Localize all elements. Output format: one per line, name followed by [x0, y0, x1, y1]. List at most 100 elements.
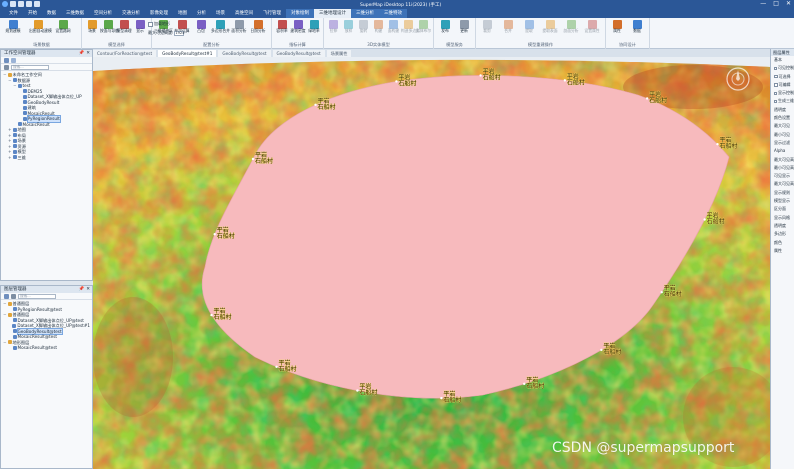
tree-toggle-icon[interactable]: − — [13, 83, 17, 89]
property-checkbox[interactable] — [774, 91, 777, 96]
document-tab[interactable]: Contour/ForReaction@test — [93, 50, 157, 57]
redo-icon[interactable] — [34, 1, 40, 7]
undo-icon[interactable] — [26, 1, 32, 7]
ribbon-button[interactable]: 合并 — [499, 20, 517, 34]
menu-tab[interactable]: 空间分析 — [89, 9, 117, 18]
property-row[interactable]: 区分面 — [771, 205, 794, 213]
document-tab[interactable]: GeoBodyResult@test#1 — [158, 50, 217, 57]
menu-tab[interactable]: 影像处理 — [145, 9, 173, 18]
ribbon-button[interactable]: 显示 — [132, 20, 148, 34]
ribbon-button[interactable]: 构造多边形 — [401, 20, 420, 34]
ribbon-button[interactable]: 场景 — [84, 20, 100, 34]
menu-tab[interactable]: 三维特效 — [379, 9, 407, 18]
menu-tab[interactable]: 数据 — [42, 9, 61, 18]
close-icon[interactable]: ✕ — [86, 286, 90, 293]
tree-toggle-icon[interactable]: − — [3, 72, 7, 78]
property-row[interactable]: 颜色设置 — [771, 114, 794, 122]
ribbon-button[interactable]: 更新 — [455, 20, 473, 34]
maximize-button[interactable]: □ — [773, 1, 779, 7]
minimize-button[interactable]: — — [760, 1, 766, 7]
property-row[interactable]: 生成三维 — [771, 97, 794, 105]
max-height-input[interactable]: 1924 — [174, 30, 185, 36]
property-row[interactable]: 可见显示 — [771, 172, 794, 180]
save-icon[interactable] — [18, 1, 24, 7]
document-tab[interactable]: GeoBodyResult@test — [218, 50, 271, 57]
tree-toggle-icon[interactable]: − — [3, 301, 7, 307]
property-row[interactable]: 透明度 — [771, 106, 794, 114]
ribbon-button[interactable]: 旋转 — [356, 20, 371, 34]
ribbon-button[interactable]: 剖面分析 — [562, 20, 580, 34]
ribbon-button[interactable]: 出图自动建模 — [29, 20, 52, 34]
document-tab[interactable]: GeoBodyResult@test — [272, 50, 325, 57]
workspace-refresh-icon[interactable] — [11, 57, 16, 63]
menu-tab[interactable]: 高维空间 — [230, 9, 258, 18]
menu-tab[interactable]: 飞行管理 — [258, 9, 286, 18]
property-row[interactable]: 显示风格 — [771, 214, 794, 222]
menu-tab[interactable]: 三维分析 — [351, 9, 379, 18]
property-row[interactable]: 显示过滤 — [771, 139, 794, 147]
tree-toggle-icon[interactable]: − — [8, 78, 12, 84]
ribbon-button[interactable]: 面构建 — [386, 20, 401, 34]
document-tab[interactable]: 场景属性 — [326, 50, 352, 57]
checkbox-box[interactable] — [148, 21, 153, 27]
open-icon[interactable] — [10, 1, 16, 7]
ribbon-button[interactable]: 提取 — [520, 20, 538, 34]
terrain-scene[interactable]: 平岩石船村平岩石船村平岩石船村平岩石船村 平岩石船村平岩石船村平岩石船村平岩石船村… — [93, 57, 770, 469]
pin-icon[interactable]: 📌 — [79, 50, 85, 57]
menu-tab[interactable]: 开始 — [23, 9, 42, 18]
ribbon-button[interactable]: 拉伸 — [326, 20, 341, 34]
property-checkbox[interactable] — [774, 66, 777, 71]
property-row[interactable]: Alpha — [771, 147, 794, 155]
filter-icon[interactable] — [4, 64, 9, 70]
property-row[interactable]: 最小可见 — [771, 131, 794, 139]
ribbon-button[interactable]: 设置属性 — [583, 20, 601, 34]
menu-tab[interactable]: 文件 — [4, 9, 23, 18]
property-checkbox[interactable] — [774, 99, 777, 104]
ribbon-button[interactable]: 放样 — [341, 20, 356, 34]
ribbon-button[interactable]: 模型清理 — [116, 20, 132, 34]
ribbon-button[interactable]: 提取表面 — [541, 20, 559, 34]
ribbon-button[interactable]: 容积率 — [274, 20, 290, 34]
close-button[interactable]: ✕ — [786, 1, 791, 7]
property-checkbox[interactable] — [774, 74, 778, 79]
ribbon-button[interactable]: 绿地率 — [306, 20, 322, 34]
tree-item[interactable]: + 三维 — [3, 155, 90, 161]
ribbon-button[interactable]: 按面与导航 — [100, 20, 119, 34]
ribbon-button[interactable]: 数据 — [628, 20, 646, 34]
workspace-search-input[interactable]: 搜索... — [11, 64, 49, 70]
property-row[interactable]: 最大可见 — [771, 122, 794, 130]
ribbon-button[interactable]: 建筑密度 — [290, 20, 306, 34]
ribbon-button[interactable]: 实体布尔 — [416, 20, 431, 34]
layer-style-icon[interactable] — [11, 293, 16, 299]
property-row[interactable]: 可选择 — [771, 73, 794, 81]
load-terrain-checkbox[interactable]: 加载地形 — [148, 21, 170, 27]
tree-toggle-icon[interactable]: − — [3, 312, 7, 318]
property-row[interactable]: 可编辑 — [771, 81, 794, 89]
menu-tab[interactable]: 场景 — [211, 9, 230, 18]
property-checkbox[interactable] — [774, 83, 778, 87]
ribbon-button[interactable]: 日照分析 — [249, 20, 267, 34]
property-row[interactable]: 基本 — [771, 56, 794, 64]
ribbon-button[interactable]: 面积分析 — [230, 20, 248, 34]
tree-item[interactable]: MosaicResult@test — [3, 345, 90, 351]
ribbon-button[interactable]: 凸包 — [192, 20, 210, 34]
ribbon-button[interactable]: 构建 — [371, 20, 386, 34]
menu-tab[interactable]: 对象绘制 — [286, 9, 314, 18]
property-row[interactable]: 最小可见高度 — [771, 164, 794, 172]
ribbon-button[interactable]: 裁剪 — [478, 20, 496, 34]
ribbon-button[interactable]: 发布 — [436, 20, 454, 34]
property-row[interactable]: 显示控制 — [771, 89, 794, 97]
tree-toggle-icon[interactable]: + — [8, 155, 12, 161]
menu-tab[interactable]: 分析 — [192, 9, 211, 18]
menu-tab[interactable]: 地图 — [173, 9, 192, 18]
menu-tab[interactable]: 三维地理设计 — [314, 9, 351, 18]
property-row[interactable]: 颜色 — [771, 239, 794, 247]
layer-add-icon[interactable] — [4, 293, 9, 299]
menu-tab[interactable]: 交通分析 — [117, 9, 145, 18]
workspace-open-icon[interactable] — [4, 57, 9, 63]
property-row[interactable]: 显示规则 — [771, 189, 794, 197]
pin-icon[interactable]: 📌 — [79, 286, 85, 293]
layer-search-input[interactable]: 搜索... — [18, 293, 56, 299]
property-row[interactable]: 最大可见高度 — [771, 180, 794, 188]
property-row[interactable]: 模型显示 — [771, 197, 794, 205]
